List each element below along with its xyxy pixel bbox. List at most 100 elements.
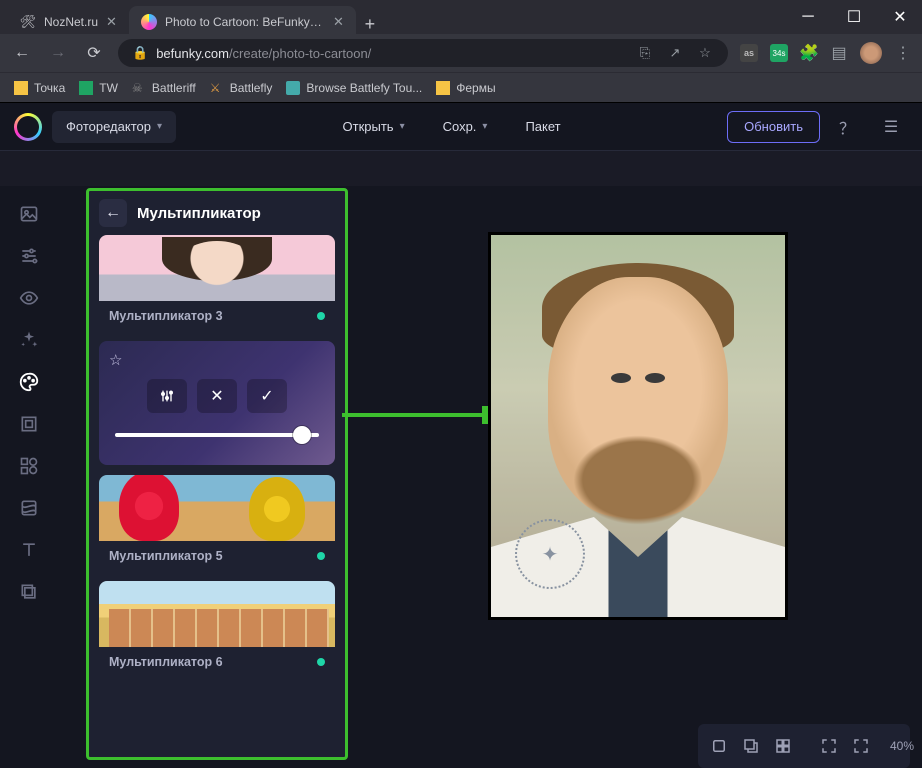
bookmark-label: TW xyxy=(99,81,118,95)
bookmark-battlefy[interactable]: Browse Battlefy Tou... xyxy=(286,81,422,95)
zoom-value[interactable]: 40% xyxy=(884,739,920,753)
fit-screen-icon[interactable] xyxy=(820,732,838,760)
effects-list: Мультипликатор 3 ☆ ✕ ✓ Мультипликатор 5 … xyxy=(89,235,345,757)
help-icon[interactable]: ？ xyxy=(830,111,864,143)
frame-tool-icon[interactable] xyxy=(10,406,48,442)
eye-tool-icon[interactable] xyxy=(10,280,48,316)
menu-icon[interactable]: ⋮ xyxy=(894,44,912,62)
settings-button[interactable] xyxy=(147,379,187,413)
bookmarks-bar: Точка TW ☠Battleriff ⚔Battlefly Browse B… xyxy=(0,72,922,102)
open-dropdown[interactable]: Открыть ▾ xyxy=(329,111,419,143)
befunky-plus-watermark-icon xyxy=(515,519,585,589)
chevron-down-icon: ▾ xyxy=(157,121,162,132)
bottom-toolbar: 40% xyxy=(698,724,910,768)
chevron-down-icon: ▾ xyxy=(400,121,405,132)
sliders-tool-icon[interactable] xyxy=(10,238,48,274)
profile-avatar[interactable] xyxy=(860,42,882,64)
reload-icon[interactable]: ⟳ xyxy=(82,41,106,65)
crop-icon[interactable] xyxy=(710,732,728,760)
befunky-logo-icon[interactable] xyxy=(14,113,42,141)
effects-panel: ← Мультипликатор Мультипликатор 3 ☆ ✕ ✓ … xyxy=(86,188,348,760)
url-path: /create/photo-to-cartoon/ xyxy=(229,46,371,61)
editor-label: Фоторедактор xyxy=(66,119,151,134)
share-icon[interactable]: ↗ xyxy=(666,44,684,62)
editor-dropdown[interactable]: Фоторедактор ▾ xyxy=(52,111,176,143)
batch-label: Пакет xyxy=(525,119,560,134)
back-icon[interactable]: ← xyxy=(10,41,34,65)
back-button[interactable]: ← xyxy=(99,199,127,227)
bookmark-battleriff[interactable]: ☠Battleriff xyxy=(132,81,196,95)
effect-cartoonizer-5[interactable]: Мультипликатор 5 xyxy=(99,475,335,571)
tab-befunky[interactable]: Photo to Cartoon: BeFunky - Cart ✕ xyxy=(129,6,356,38)
bookmark-battlefly[interactable]: ⚔Battlefly xyxy=(210,81,273,95)
effect-thumbnail xyxy=(99,475,335,541)
close-icon[interactable]: ✕ xyxy=(106,14,117,30)
tab-noznet[interactable]: 🛠 NozNet.ru ✕ xyxy=(8,6,129,38)
favorite-icon[interactable]: ☆ xyxy=(109,351,325,369)
canvas-image[interactable] xyxy=(488,232,788,620)
effect-cartoonizer-3[interactable]: Мультипликатор 3 xyxy=(99,235,335,331)
reader-icon[interactable]: ▤ xyxy=(830,44,848,62)
effect-cartoonizer-6[interactable]: Мультипликатор 6 xyxy=(99,581,335,677)
intensity-slider[interactable] xyxy=(115,433,319,437)
browser-chrome: 🛠 NozNet.ru ✕ Photo to Cartoon: BeFunky … xyxy=(0,0,922,103)
bookmark-label: Battlefly xyxy=(230,81,273,95)
canvas-area: 40% xyxy=(348,186,922,768)
image-tool-icon[interactable] xyxy=(10,196,48,232)
forward-icon: → xyxy=(46,41,70,65)
tab-title: NozNet.ru xyxy=(44,15,98,29)
portrait-beard xyxy=(573,435,703,525)
app-header: Фоторедактор ▾ Открыть ▾ Сохр.▾ Пакет Обно… xyxy=(0,103,922,151)
effect-name: Мультипликатор 6 xyxy=(109,655,223,669)
batch-button[interactable]: Пакет xyxy=(511,111,574,143)
bookmark-label: Точка xyxy=(34,81,65,95)
grid-icon[interactable] xyxy=(774,732,792,760)
new-tab-button[interactable]: + xyxy=(356,10,384,38)
install-app-icon[interactable]: ⎘ xyxy=(636,44,654,62)
text-tool-icon[interactable] xyxy=(10,532,48,568)
effect-controls: ☆ ✕ ✓ xyxy=(99,341,335,465)
shapes-tool-icon[interactable] xyxy=(10,448,48,484)
lock-icon: 🔒 xyxy=(132,45,148,61)
texture-tool-icon[interactable] xyxy=(10,490,48,526)
plus-indicator-icon xyxy=(317,552,325,560)
hamburger-menu-icon[interactable]: ☰ xyxy=(874,111,908,143)
url-host: befunky.com xyxy=(156,46,229,61)
layers-tool-icon[interactable] xyxy=(10,574,48,610)
actual-size-icon[interactable] xyxy=(852,732,870,760)
cancel-button[interactable]: ✕ xyxy=(197,379,237,413)
lastfm-ext-icon[interactable]: as xyxy=(740,44,758,62)
maximize-icon[interactable]: ☐ xyxy=(840,3,868,31)
bookmark-label: Battleriff xyxy=(152,81,196,95)
star-icon[interactable]: ☆ xyxy=(696,44,714,62)
bookmark-tw[interactable]: TW xyxy=(79,81,118,95)
sheet-icon xyxy=(79,81,93,95)
slider-handle[interactable] xyxy=(293,426,311,444)
chevron-down-icon: ▾ xyxy=(482,121,487,132)
panel-header: ← Мультипликатор xyxy=(89,191,345,235)
sparkle-tool-icon[interactable] xyxy=(10,322,48,358)
address-bar[interactable]: 🔒 befunky.com/create/photo-to-cartoon/ ⎘… xyxy=(118,39,728,67)
workspace: ← Мультипликатор Мультипликатор 3 ☆ ✕ ✓ … xyxy=(0,186,922,768)
save-dropdown[interactable]: Сохр.▾ xyxy=(429,111,502,143)
close-window-icon[interactable]: ✕ xyxy=(886,3,914,31)
bookmark-label: Фермы xyxy=(456,81,495,95)
close-icon[interactable]: ✕ xyxy=(333,14,344,30)
open-label: Открыть xyxy=(343,119,394,134)
extensions-icon[interactable]: 🧩 xyxy=(800,44,818,62)
ext-badge-icon[interactable]: 34s xyxy=(770,44,788,62)
portrait-eye xyxy=(611,373,631,383)
tab-bar: 🛠 NozNet.ru ✕ Photo to Cartoon: BeFunky … xyxy=(0,2,792,38)
effect-thumbnail xyxy=(99,235,335,301)
minimize-icon[interactable]: ─ xyxy=(794,3,822,31)
artsy-tool-icon[interactable] xyxy=(10,364,48,400)
bookmark-tochka[interactable]: Точка xyxy=(14,81,65,95)
transform-icon[interactable] xyxy=(742,732,760,760)
apply-button[interactable]: ✓ xyxy=(247,379,287,413)
befunky-favicon-icon xyxy=(141,14,157,30)
bookmark-fermy[interactable]: Фермы xyxy=(436,81,495,95)
tool-rail xyxy=(0,186,58,768)
upgrade-button[interactable]: Обновить xyxy=(727,111,820,143)
wrench-icon: 🛠 xyxy=(20,14,36,30)
portrait-eye xyxy=(645,373,665,383)
